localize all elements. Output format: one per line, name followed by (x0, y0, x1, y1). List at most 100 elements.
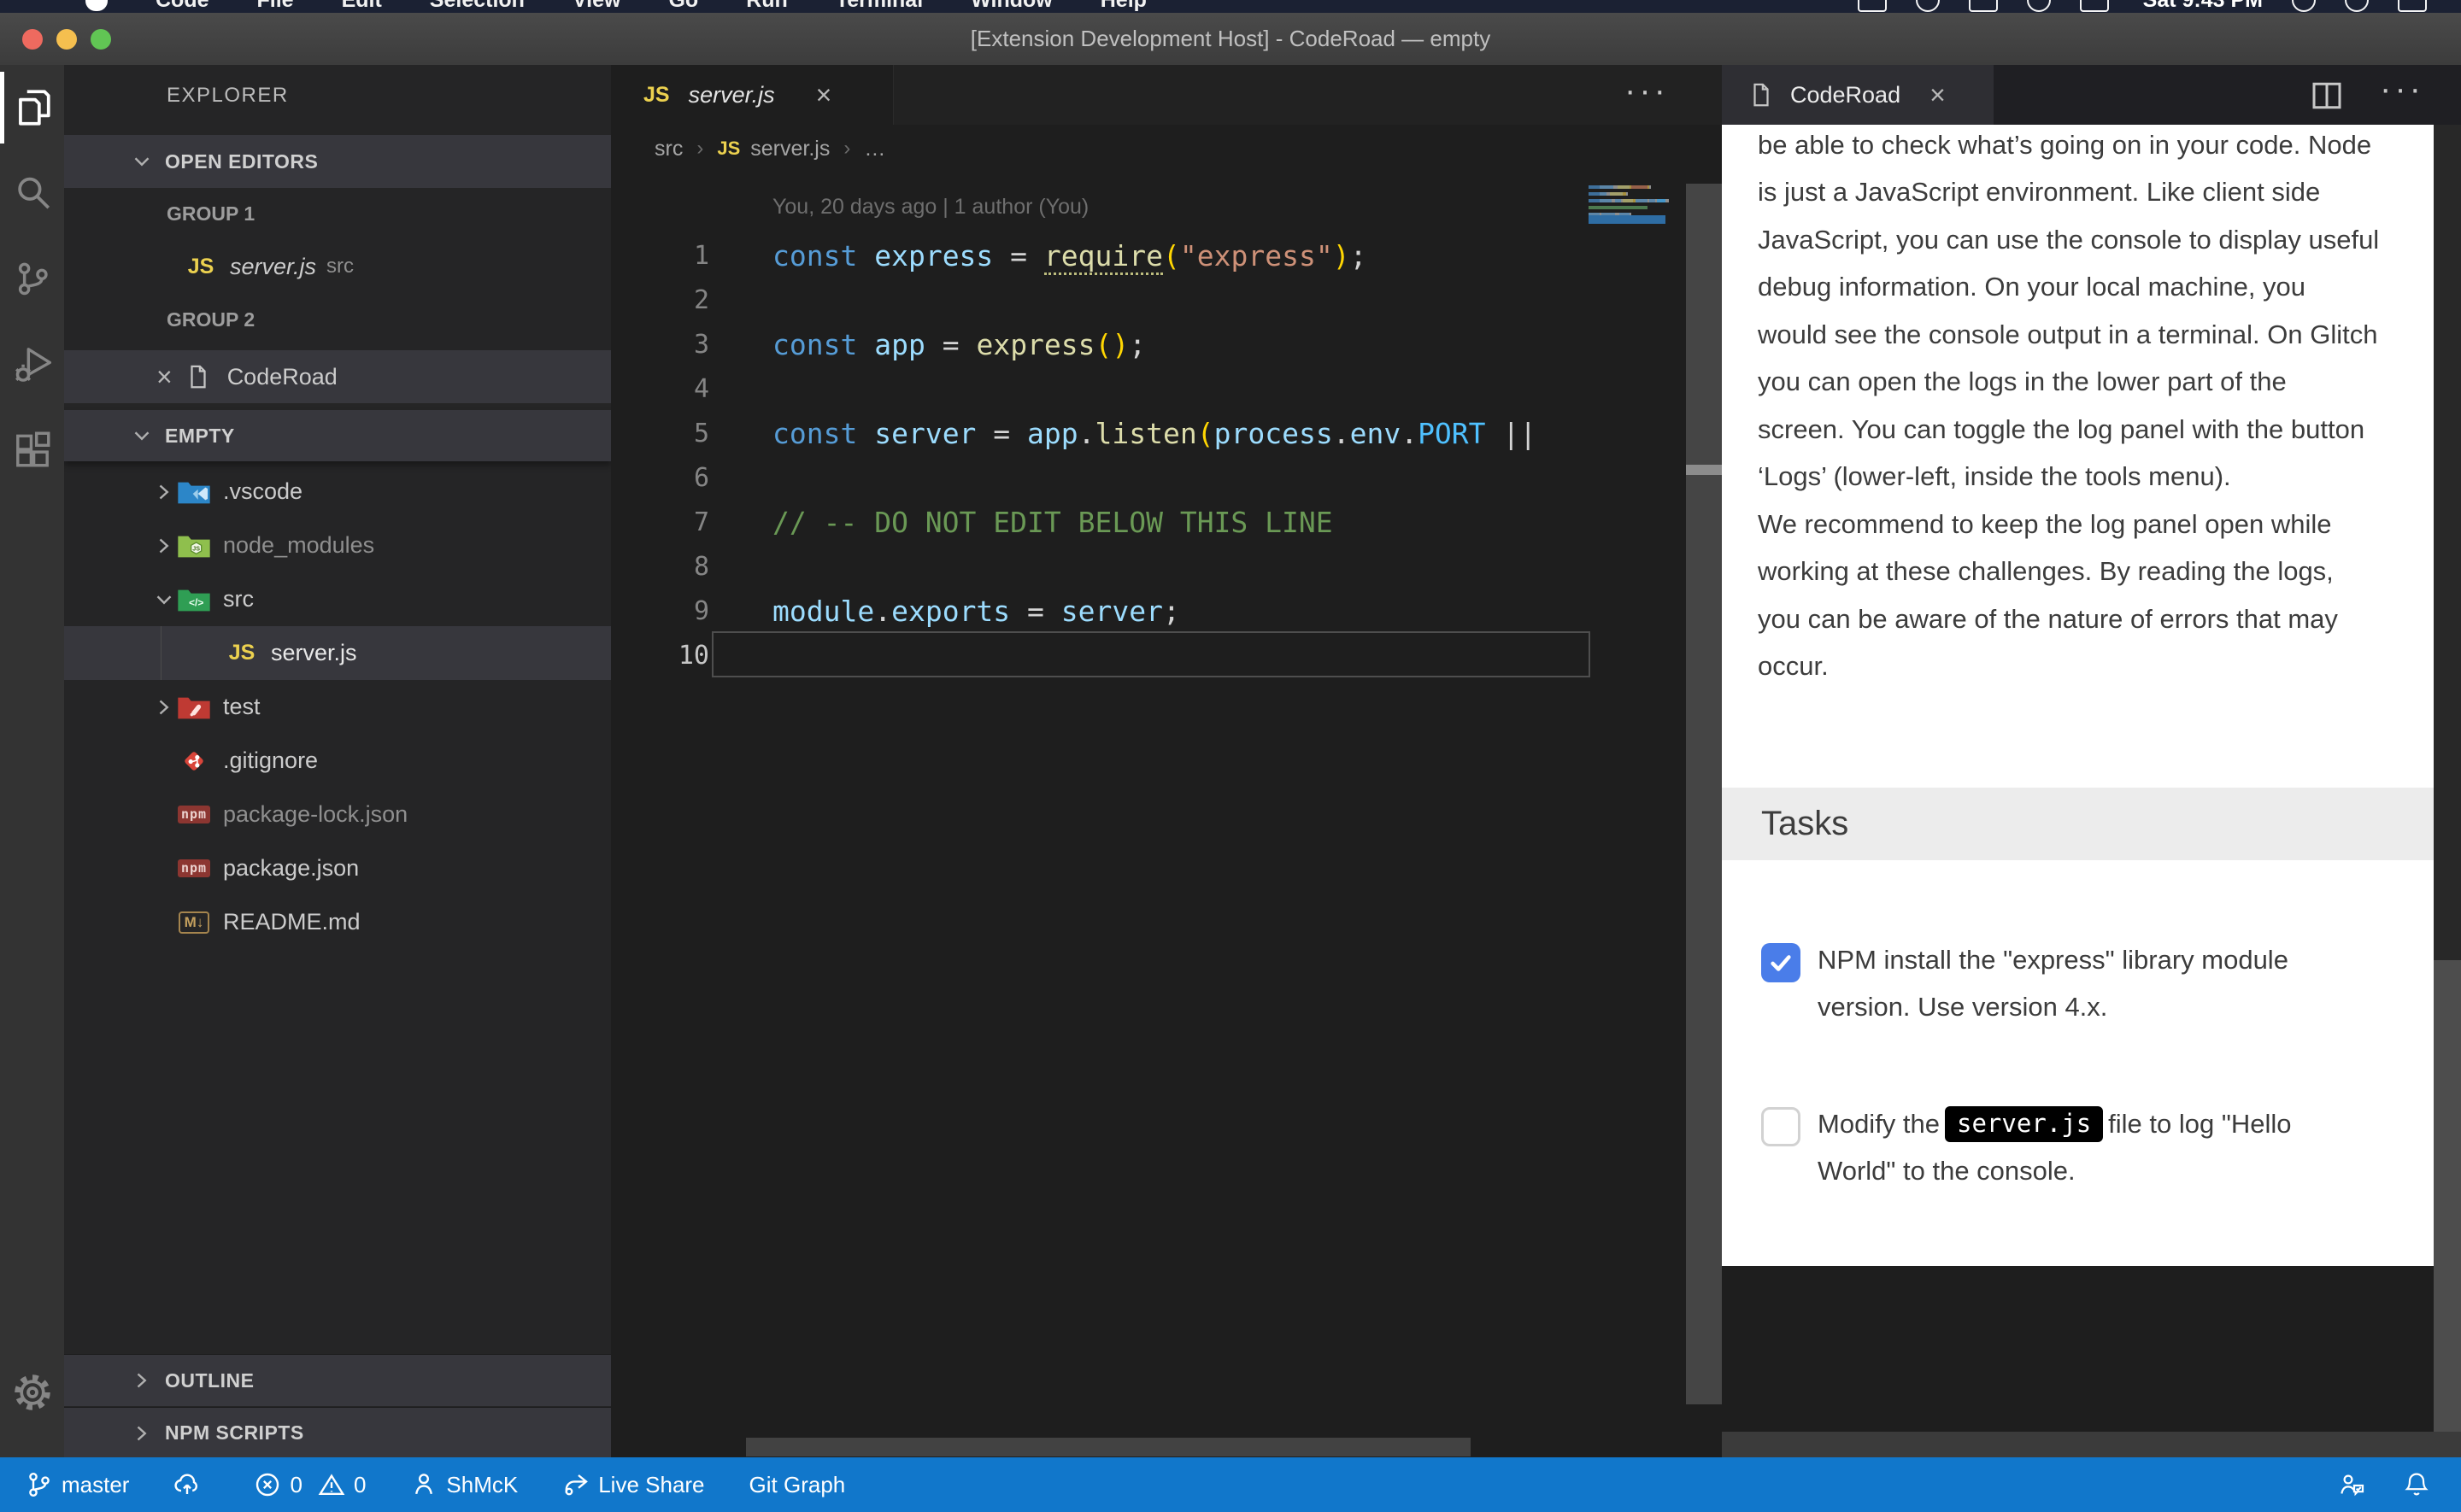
split-editor-icon[interactable] (2310, 79, 2344, 117)
task-checkbox[interactable] (1761, 943, 1800, 982)
run-debug-icon[interactable] (0, 321, 64, 407)
chevron-right-icon: › (696, 137, 703, 161)
code-line-2[interactable]: 2 (611, 278, 1722, 322)
code-line-3[interactable]: 3const app = express(); (611, 322, 1722, 366)
editor-panel-sash[interactable] (1686, 184, 1722, 1404)
breadcrumb-folder[interactable]: src (655, 137, 683, 161)
editor-more-actions-icon[interactable]: ··· (1624, 72, 1669, 110)
sidebar-title: EXPLORER (167, 84, 289, 108)
apple-logo-icon[interactable] (85, 0, 108, 11)
menu-item-run[interactable]: Run (746, 0, 788, 12)
source-control-icon[interactable] (0, 236, 64, 321)
editor-group: JS server.js × ··· src › JS server.js › … (611, 65, 1722, 1457)
status-icon[interactable] (2027, 0, 2051, 12)
battery-icon[interactable] (2080, 0, 2109, 12)
menu-item-terminal[interactable]: Terminal (836, 0, 923, 12)
tab-serverjs[interactable]: JS server.js × (611, 65, 894, 125)
menu-item-file[interactable]: File (257, 0, 294, 12)
status-icon[interactable] (1916, 0, 1940, 12)
open-editor-detail: src (326, 255, 354, 278)
menu-clock[interactable]: Sat 9:43 PM (2143, 0, 2263, 13)
account-item[interactable]: ShMcK (410, 1471, 518, 1498)
more-actions-icon[interactable]: ··· (2380, 70, 2424, 108)
menu-item-view[interactable]: View (573, 0, 621, 12)
open-editor-coderoad[interactable]: × CodeRoad (64, 350, 611, 403)
git-branch-item[interactable]: master (26, 1471, 129, 1498)
line-number[interactable]: 6 (611, 463, 709, 493)
tree-item-node-modules[interactable]: JSnode_modules (64, 519, 611, 572)
npm-scripts-section-header[interactable]: NPM SCRIPTS (64, 1407, 611, 1457)
breadcrumb-symbol[interactable]: … (864, 137, 885, 161)
code-editor[interactable]: 1const express = require("express"); 2 3co… (611, 233, 1722, 677)
menu-item-window[interactable]: Window (971, 0, 1053, 12)
tab-coderoad[interactable]: CodeRoad × (1722, 65, 1994, 125)
line-number[interactable]: 4 (611, 374, 709, 404)
status-icon[interactable] (1858, 0, 1887, 12)
tutorial-text-line: screen. You can toggle the log panel wit… (1758, 406, 2434, 454)
task-checkbox[interactable] (1761, 1107, 1800, 1146)
horizontal-scrollbar[interactable] (746, 1438, 1471, 1456)
search-icon[interactable] (0, 150, 64, 236)
tree-item-test[interactable]: test (64, 680, 611, 734)
line-number[interactable]: 3 (611, 330, 709, 360)
menu-item-code[interactable]: Code (156, 0, 209, 12)
tree-item-readme-md[interactable]: M↓README.md (64, 895, 611, 949)
code-line-9[interactable]: 9module.exports = server; (611, 589, 1722, 633)
code-line-8[interactable]: 8 (611, 544, 1722, 589)
notifications-bell-icon[interactable] (2403, 1471, 2430, 1498)
close-icon[interactable]: × (1929, 81, 1946, 108)
settings-gear-icon[interactable] (0, 1350, 64, 1435)
minimap[interactable] (1589, 185, 1684, 220)
panel-scrollbar[interactable] (2434, 125, 2461, 1432)
tree-item--gitignore[interactable]: .gitignore (64, 734, 611, 788)
control-center-icon[interactable] (2398, 0, 2427, 12)
code-line-1[interactable]: 1const express = require("express"); (611, 233, 1722, 278)
publish-changes-icon[interactable] (173, 1471, 209, 1498)
line-number[interactable]: 9 (611, 596, 709, 626)
tree-item--vscode[interactable]: .vscode (64, 465, 611, 519)
folder-section-header[interactable]: EMPTY (64, 410, 611, 461)
open-editor-serverjs[interactable]: JS server.js src (64, 241, 611, 292)
code-line-6[interactable]: 6 (611, 455, 1722, 500)
close-icon[interactable]: × (156, 363, 173, 390)
line-number[interactable]: 2 (611, 285, 709, 315)
spotlight-icon[interactable] (2292, 0, 2316, 12)
live-share-item[interactable]: Live Share (562, 1471, 704, 1498)
folder-section-label: EMPTY (165, 425, 235, 448)
menu-item-go[interactable]: Go (668, 0, 698, 12)
problems-item[interactable]: 0 0 (254, 1471, 366, 1498)
breadcrumb-file[interactable]: server.js (750, 137, 830, 161)
tree-item-package-lock-json[interactable]: npmpackage-lock.json (64, 788, 611, 841)
coderoad-panel: CodeRoad × ··· be able to check what’s g… (1722, 65, 2461, 1457)
git-graph-item[interactable]: Git Graph (749, 1472, 846, 1498)
line-number[interactable]: 1 (611, 241, 709, 271)
close-icon[interactable]: × (816, 81, 832, 108)
line-number[interactable]: 10 (611, 641, 709, 671)
scrollbar-thumb[interactable] (2434, 125, 2461, 960)
siri-icon[interactable] (2345, 0, 2369, 12)
outline-section-header[interactable]: OUTLINE (64, 1354, 611, 1406)
tree-item-server-js[interactable]: JSserver.js (64, 626, 611, 680)
line-number[interactable]: 5 (611, 419, 709, 448)
tree-item-src[interactable]: </>src (64, 572, 611, 626)
feedback-person-icon[interactable] (2338, 1471, 2365, 1498)
menu-item-edit[interactable]: Edit (342, 0, 382, 12)
chevron-none-icon (153, 804, 175, 826)
git-icon (175, 747, 213, 776)
scrollbar-thumb[interactable] (1686, 465, 1722, 475)
tree-item-package-json[interactable]: npmpackage.json (64, 841, 611, 895)
tutorial-text-line: JavaScript, you can use the console to d… (1758, 216, 2434, 264)
code-line-5[interactable]: 5const server = app.listen(process.env.P… (611, 411, 1722, 455)
line-number[interactable]: 7 (611, 507, 709, 537)
menu-item-selection[interactable]: Selection (430, 0, 525, 12)
open-editors-header[interactable]: OPEN EDITORS (64, 135, 611, 188)
code-line-4[interactable]: 4 (611, 366, 1722, 411)
line-number[interactable]: 8 (611, 552, 709, 582)
minimap-line (1589, 199, 1684, 202)
menu-item-help[interactable]: Help (1101, 0, 1147, 12)
npm-icon: npm (175, 859, 213, 877)
explorer-icon[interactable] (0, 65, 64, 150)
code-line-7[interactable]: 7// -- DO NOT EDIT BELOW THIS LINE (611, 500, 1722, 544)
extensions-icon[interactable] (0, 407, 64, 492)
status-icon[interactable] (1969, 0, 1998, 12)
